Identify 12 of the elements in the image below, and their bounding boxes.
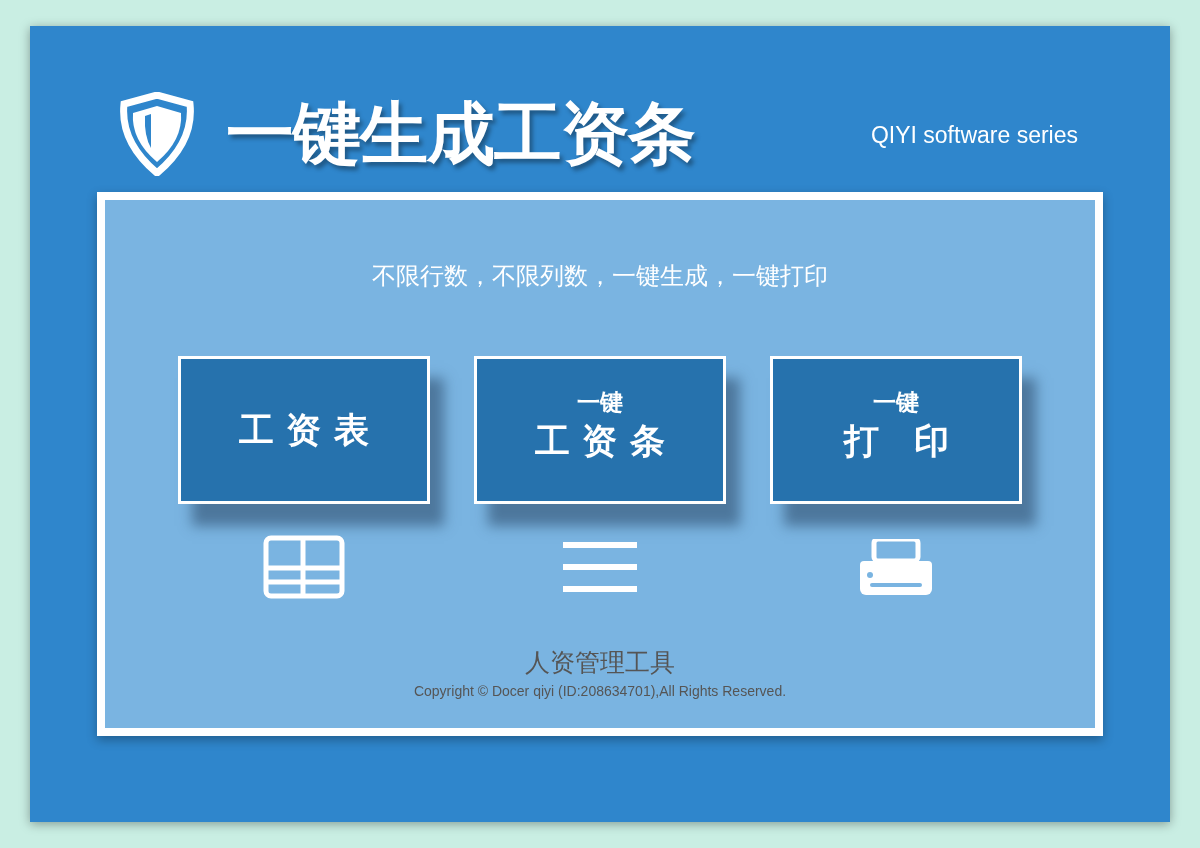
app-title: 一键生成工资条 — [226, 92, 695, 175]
footer-title: 人资管理工具 — [525, 647, 675, 679]
action-button[interactable]: 工 资 表 — [178, 356, 430, 504]
printer-icon — [860, 539, 932, 595]
action-button[interactable]: 一键 工 资 条 — [474, 356, 726, 504]
copyright-text: Copyright © Docer qiyi (ID:208634701),All Rights Reserved. — [413, 683, 787, 699]
series-label: QIYI software series — [870, 121, 1078, 149]
table-icon — [263, 535, 345, 599]
shield-icon — [118, 92, 196, 176]
action-button[interactable]: 一键 打 印 — [770, 356, 1022, 504]
menu-lines-icon — [563, 542, 637, 592]
tagline: 不限行数，不限列数，一键生成，一键打印 — [372, 261, 828, 292]
